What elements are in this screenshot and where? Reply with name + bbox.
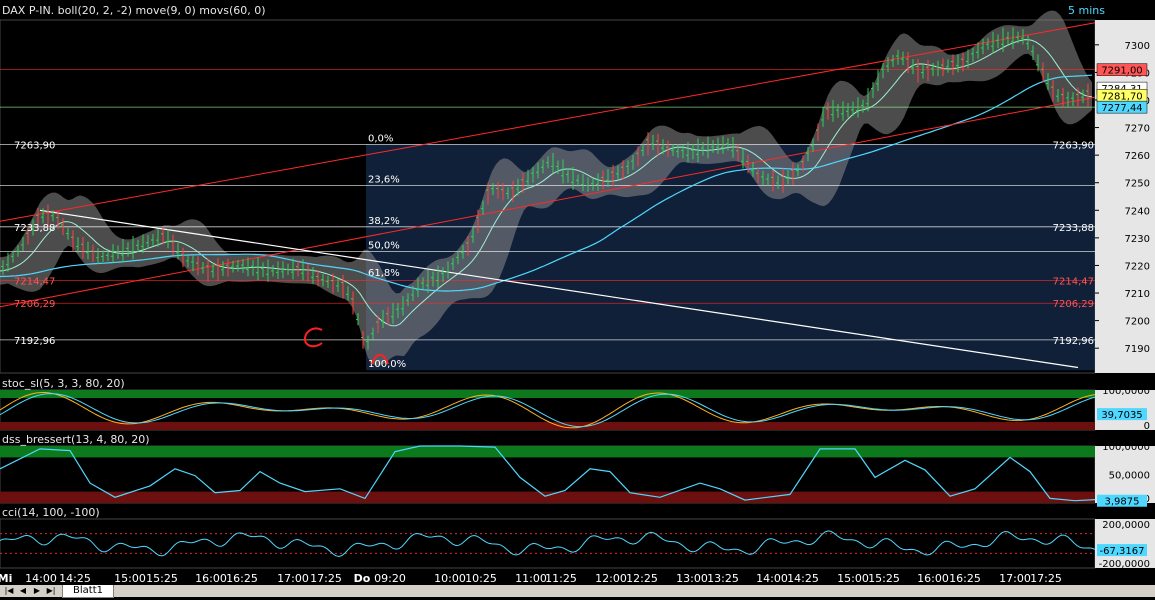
timeframe-label: 5 mins — [1068, 4, 1105, 17]
time-tick-label: 17:00 — [277, 572, 309, 585]
time-tick-label: 17:25 — [1030, 572, 1062, 585]
time-tick-label: 16:25 — [226, 572, 258, 585]
time-tick-label: 16:00 — [195, 572, 227, 585]
time-tick-label: 12:25 — [626, 572, 658, 585]
y-tick-label: 7270 — [1125, 124, 1150, 135]
time-tick-label: 17:25 — [310, 572, 342, 585]
dss-value-label: 3,9875 — [1105, 497, 1140, 508]
level-label-right: 7263,90 — [1053, 140, 1094, 151]
level-label-left: 7263,90 — [14, 140, 55, 151]
y-tick-label: 7200 — [1125, 317, 1150, 328]
stochastic-title: stoc_sl(5, 3, 3, 80, 20) — [2, 377, 125, 390]
y-tick-label: 7300 — [1125, 41, 1150, 52]
level-label-right: 7214,47 — [1053, 277, 1094, 288]
stochastic-value-label: 39,7035 — [1101, 410, 1142, 421]
stochastic-panel: 100,0000 039,7035 — [0, 386, 1155, 432]
time-tick-label: Mi — [0, 572, 12, 585]
dss-title: dss_bressert(13, 4, 80, 20) — [2, 433, 150, 446]
time-tick-label: 17:00 — [999, 572, 1031, 585]
time-tick-label: 14:00 — [25, 572, 57, 585]
time-tick-label: 15:25 — [146, 572, 178, 585]
level-label-left: 7192,96 — [14, 336, 55, 347]
time-tick-label: 11:00 — [515, 572, 547, 585]
time-tick-label: 15:00 — [837, 572, 869, 585]
y-tick-label: 7220 — [1125, 261, 1150, 272]
level-label-right: 7233,88 — [1053, 223, 1094, 234]
cci-tick-bottom: -200,0000 — [1099, 559, 1150, 570]
level-label-right: 7192,96 — [1053, 336, 1094, 347]
y-tick-label: 7230 — [1125, 234, 1150, 245]
fibonacci-label: 50,0% — [368, 241, 400, 252]
level-label-left: 7214,47 — [14, 277, 55, 288]
dss-tick-top: 100,0000 — [1102, 442, 1150, 453]
cci-panel: 200,0000 -200,0000 -67,3167 — [0, 518, 1155, 570]
price-panel: 0,0%23,6%38,2%50,0%61,8%100,0%7190720072… — [0, 10, 1155, 374]
fibonacci-label: 61,8% — [368, 268, 400, 279]
y-tick-label: 7260 — [1125, 151, 1150, 162]
dss-bressert-panel: 100,000050,000003,9875 — [0, 442, 1155, 508]
sheet-tab-blatt1[interactable]: Blatt1 — [62, 585, 114, 598]
cci-title: cci(14, 100, -100) — [2, 506, 100, 519]
cci-area — [0, 518, 1096, 569]
dss-oversold-zone — [0, 491, 1095, 503]
last-sheet-icon[interactable]: ▶| — [46, 586, 56, 595]
time-tick-label: 14:25 — [59, 572, 91, 585]
time-tick-label: 16:00 — [917, 572, 949, 585]
cci-tick-top: 200,0000 — [1102, 520, 1150, 531]
price-tag-label: 7291,00 — [1101, 66, 1142, 77]
time-tick-label: 10:25 — [465, 572, 497, 585]
time-tick-label: 13:25 — [707, 572, 739, 585]
level-label-left: 7233,88 — [14, 223, 55, 234]
chart-window: 0,0% 23,6% 38,2% 50,0% 61,8% 100,0% 7190 7200 72… — [0, 0, 1155, 598]
chart-canvas: 0,0%23,6%38,2%50,0%61,8%100,0%7190720072… — [0, 0, 1155, 597]
fibonacci-label: 23,6% — [368, 174, 400, 185]
time-tick-label: 13:00 — [676, 572, 708, 585]
sheet-tab-bar: |◀ ◀ ▶ ▶| Blatt1 — [0, 585, 1155, 598]
stochastic-oversold-zone — [0, 422, 1095, 430]
prev-sheet-icon[interactable]: ◀ — [18, 586, 28, 595]
stochastic-overbought-zone — [0, 390, 1095, 398]
time-tick-label: 15:25 — [868, 572, 900, 585]
y-tick-label: 7250 — [1125, 179, 1150, 190]
level-label-left: 7206,29 — [14, 299, 55, 310]
cci-value-label: -67,3167 — [1100, 546, 1145, 557]
y-tick-label: 7210 — [1125, 289, 1150, 300]
fibonacci-label: 0,0% — [368, 133, 393, 144]
y-tick-label: 7240 — [1125, 206, 1150, 217]
fibonacci-label: 38,2% — [368, 216, 400, 227]
time-axis: Mi 14:00 14:25 15:00 15:25 16:00 16:25 17:00 17:… — [0, 570, 1155, 585]
next-sheet-icon[interactable]: ▶ — [32, 586, 42, 595]
stochastic-tick-bottom: 0 — [1144, 421, 1150, 432]
price-tag-label: 7281,70 — [1101, 91, 1142, 102]
first-sheet-icon[interactable]: |◀ — [4, 586, 14, 595]
y-tick-label: 7190 — [1125, 344, 1150, 355]
time-tick-label: 15:00 — [114, 572, 146, 585]
time-tick-label: 11:25 — [545, 572, 577, 585]
price-tag-label: 7277,44 — [1101, 103, 1142, 114]
dss-overbought-zone — [0, 446, 1095, 458]
time-tick-label: 12:00 — [595, 572, 627, 585]
level-label-right: 7206,29 — [1053, 299, 1094, 310]
time-tick-label: 16:25 — [949, 572, 981, 585]
time-tick-label: Do — [354, 572, 371, 585]
price-panel-title: DAX P-IN. boll(20, 2, -2) move(9, 0) mov… — [2, 4, 266, 17]
time-tick-label: 10:00 — [434, 572, 466, 585]
time-tick-label: 14:00 — [756, 572, 788, 585]
stochastic-tick-top: 100,0000 — [1102, 386, 1150, 397]
time-tick-label: 09:20 — [374, 572, 406, 585]
dss-tick-mid: 50,0000 — [1109, 471, 1150, 482]
time-tick-label: 14:25 — [787, 572, 819, 585]
